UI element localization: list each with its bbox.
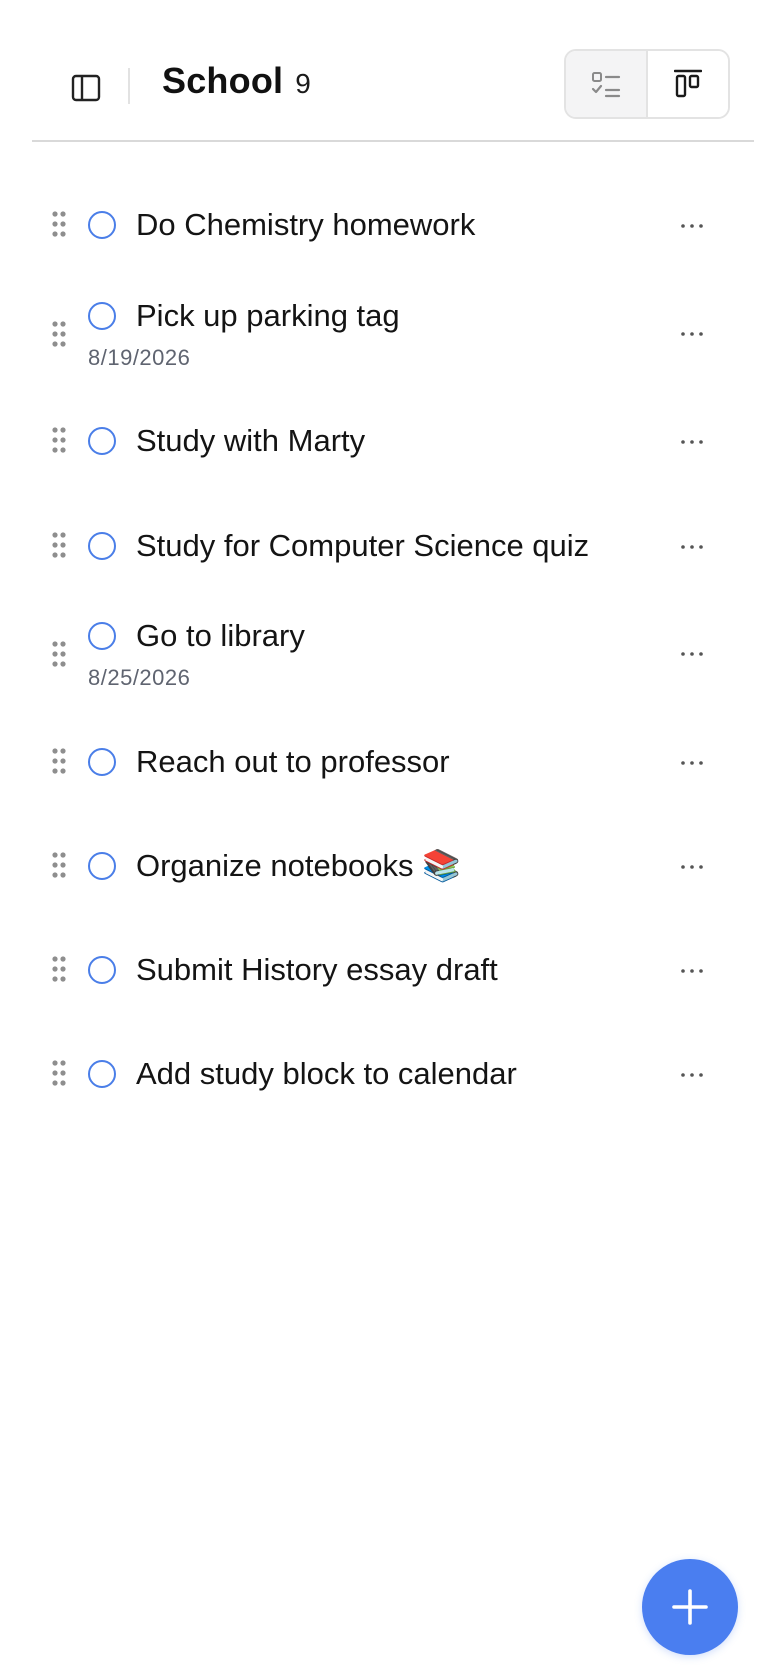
task-checkbox[interactable] <box>88 1060 116 1088</box>
task-checkbox[interactable] <box>88 302 116 330</box>
drag-handle-icon[interactable] <box>50 319 68 349</box>
task-checkbox[interactable] <box>88 956 116 984</box>
plus-icon <box>672 1589 708 1625</box>
task-checkbox[interactable] <box>88 852 116 880</box>
more-options-button[interactable] <box>670 532 714 562</box>
drag-handle-icon[interactable] <box>50 954 68 984</box>
header-divider <box>128 68 130 104</box>
task-title[interactable]: Do Chemistry homework <box>136 205 475 245</box>
drag-handle-icon[interactable] <box>50 850 68 880</box>
more-options-button[interactable] <box>670 427 714 457</box>
ellipsis-icon <box>681 865 703 869</box>
more-options-button[interactable] <box>670 852 714 882</box>
sidebar-toggle-button[interactable] <box>64 66 108 110</box>
drag-handle-icon[interactable] <box>50 1058 68 1088</box>
more-options-button[interactable] <box>670 956 714 986</box>
task-title[interactable]: Study with Marty <box>136 421 365 461</box>
checklist-view-icon <box>591 72 621 98</box>
ellipsis-icon <box>681 652 703 656</box>
add-task-button[interactable] <box>642 1559 738 1655</box>
task-title[interactable]: Add study block to calendar <box>136 1054 517 1094</box>
title-group: School 9 <box>162 60 311 110</box>
task-title[interactable]: Pick up parking tag <box>136 296 400 336</box>
ellipsis-icon <box>681 1073 703 1077</box>
ellipsis-icon <box>681 332 703 336</box>
task-title[interactable]: Go to library <box>136 616 305 656</box>
more-options-button[interactable] <box>670 1060 714 1090</box>
board-view-icon <box>674 69 702 98</box>
task-due-date: 8/25/2026 <box>88 665 191 690</box>
task-checkbox[interactable] <box>88 622 116 650</box>
list-view-button[interactable] <box>566 51 646 117</box>
more-options-button[interactable] <box>670 748 714 778</box>
task-title[interactable]: Submit History essay draft <box>136 950 498 990</box>
header: School 9 <box>32 40 754 142</box>
more-options-button[interactable] <box>670 319 714 349</box>
drag-handle-icon[interactable] <box>50 639 68 669</box>
view-toggle <box>564 49 730 119</box>
task-title[interactable]: Organize notebooks 📚 <box>136 846 461 886</box>
task-title[interactable]: Study for Computer Science quiz <box>136 526 589 566</box>
ellipsis-icon <box>681 224 703 228</box>
drag-handle-icon[interactable] <box>50 530 68 560</box>
ellipsis-icon <box>681 969 703 973</box>
ellipsis-icon <box>681 545 703 549</box>
more-options-button[interactable] <box>670 211 714 241</box>
task-count: 9 <box>295 68 311 99</box>
task-checkbox[interactable] <box>88 427 116 455</box>
task-title[interactable]: Reach out to professor <box>136 742 450 782</box>
task-checkbox[interactable] <box>88 532 116 560</box>
drag-handle-icon[interactable] <box>50 746 68 776</box>
board-view-button[interactable] <box>646 51 728 117</box>
drag-handle-icon[interactable] <box>50 209 68 239</box>
task-checkbox[interactable] <box>88 211 116 239</box>
sidebar-panel-icon <box>71 74 101 102</box>
task-due-date: 8/19/2026 <box>88 345 191 370</box>
drag-handle-icon[interactable] <box>50 425 68 455</box>
more-options-button[interactable] <box>670 639 714 669</box>
ellipsis-icon <box>681 761 703 765</box>
task-checkbox[interactable] <box>88 748 116 776</box>
page-title: School <box>162 60 284 101</box>
ellipsis-icon <box>681 440 703 444</box>
